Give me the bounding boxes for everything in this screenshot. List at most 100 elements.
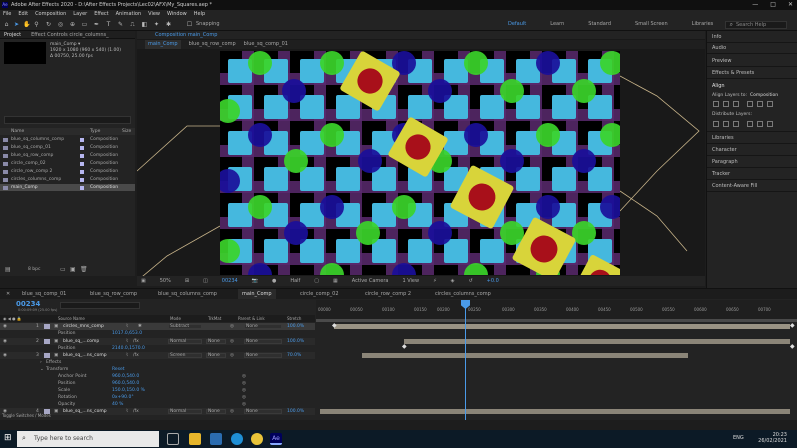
layer-duration-bar[interactable] — [362, 353, 688, 358]
magnification-dropdown[interactable]: 50% — [160, 276, 171, 286]
hand-tool-icon[interactable]: ✋ — [23, 21, 30, 28]
project-item-selected[interactable]: main_Comp Composition — [0, 184, 135, 191]
new-folder-icon[interactable]: ▭ — [60, 266, 66, 273]
menu-effect[interactable]: Effect — [94, 10, 108, 19]
selection-tool-icon[interactable]: ➤ — [13, 21, 20, 28]
panel-paragraph[interactable]: Paragraph — [712, 159, 738, 165]
trkmat-dropdown[interactable]: None — [208, 408, 220, 415]
label-color[interactable] — [44, 339, 50, 344]
property-row[interactable]: Position 960.0,540.0 ◎ — [0, 380, 315, 387]
menu-view[interactable]: View — [148, 10, 160, 19]
align-bottom-icon[interactable] — [767, 101, 773, 107]
keyframe-icon[interactable]: ◆ — [332, 322, 337, 329]
camera-tool-icon[interactable]: ◎ — [57, 21, 64, 28]
property-value[interactable]: 150.0,150.0 % — [112, 387, 145, 394]
toggle-switches-modes[interactable]: Toggle Switches / Modes — [2, 413, 51, 418]
property-row[interactable]: Rotation 0x+90.0° ◎ — [0, 394, 315, 401]
3d-renderer-icon[interactable]: ◈ — [451, 276, 455, 286]
property-group-row[interactable]: › Effects — [0, 359, 315, 366]
fx-icon[interactable]: /fx — [133, 338, 139, 345]
tab-circles-columns-comp[interactable]: circles_columns_comp — [435, 289, 491, 299]
property-row[interactable]: Scale 150.0,150.0 % ◎ — [0, 387, 315, 394]
chrome-icon[interactable] — [251, 433, 263, 445]
project-item[interactable]: blue_sq_comp_01 Composition — [0, 144, 135, 151]
snapshot-icon[interactable]: 📷 — [252, 276, 258, 286]
brush-tool-icon[interactable]: ✎ — [117, 21, 124, 28]
shy-icon[interactable]: ⌇ — [126, 352, 128, 359]
work-area-bar[interactable] — [316, 319, 797, 322]
layer-duration-bar[interactable] — [404, 339, 790, 344]
expand-arrow-icon[interactable]: ⌄ — [40, 366, 44, 373]
reset-exposure-icon[interactable]: ↺ — [468, 276, 472, 286]
system-clock[interactable]: 20:23 26/02/2021 — [758, 432, 787, 444]
column-stretch[interactable]: Stretch — [287, 315, 301, 322]
breadcrumb-blue-sq-row-comp[interactable]: blue_sq_row_comp — [189, 40, 236, 49]
after-effects-icon[interactable]: Ae — [270, 433, 282, 445]
align-top-icon[interactable] — [747, 101, 753, 107]
column-name[interactable]: Name — [11, 128, 24, 135]
menu-file[interactable]: File — [3, 10, 11, 19]
close-tab-icon[interactable]: ✕ — [6, 289, 10, 299]
property-row[interactable]: Position 1017.0,653.0 — [0, 330, 315, 337]
tab-circle-comp-02[interactable]: circle_comp_02 — [300, 289, 339, 299]
property-value[interactable]: 960.0,540.0 — [112, 373, 139, 380]
panel-tracker[interactable]: Tracker — [712, 171, 730, 177]
layer-duration-bar[interactable] — [334, 324, 790, 329]
workspace-default[interactable]: Default — [508, 20, 526, 29]
panel-effects-presets[interactable]: Effects & Presets — [712, 70, 754, 76]
property-value[interactable]: 2140.0,1570.0 — [112, 345, 145, 352]
menu-layer[interactable]: Layer — [73, 10, 87, 19]
property-row[interactable]: Position 2140.0,1570.0 — [0, 345, 315, 352]
fx-icon[interactable]: /fx — [133, 352, 139, 359]
tab-blue-sq-comp-01[interactable]: blue_sq_comp_01 — [22, 289, 66, 299]
panel-info[interactable]: Info — [712, 34, 721, 40]
pickwhip-icon[interactable]: ◎ — [230, 338, 234, 345]
mask-visibility-icon[interactable]: ◫ — [203, 276, 208, 286]
column-mode[interactable]: Mode — [170, 315, 181, 322]
current-time-display[interactable]: 00234 — [222, 276, 238, 286]
eye-icon[interactable]: ◉ — [3, 323, 7, 330]
menu-help[interactable]: Help — [194, 10, 205, 19]
blend-mode-dropdown[interactable]: Normal — [170, 338, 186, 345]
project-item[interactable]: circle_row_comp 2 Composition — [0, 168, 135, 175]
distribute-left-icon[interactable] — [747, 121, 753, 127]
eraser-tool-icon[interactable]: ◧ — [141, 21, 148, 28]
rotate-tool-icon[interactable]: ↻ — [45, 21, 52, 28]
shy-icon[interactable]: ⌇ — [126, 408, 128, 415]
resolution-dropdown[interactable]: Half — [290, 276, 300, 286]
stretch-value[interactable]: 100.0% — [287, 408, 304, 415]
panel-content-aware-fill[interactable]: Content-Aware Fill — [712, 183, 757, 189]
tab-circle-row-comp-2[interactable]: circle_row_comp 2 — [365, 289, 411, 299]
column-parent[interactable]: Parent & Link — [238, 315, 265, 322]
fast-preview-icon[interactable]: ⚡ — [433, 276, 437, 286]
composition-canvas[interactable] — [220, 51, 620, 275]
tab-composition[interactable]: Composition main_Comp — [155, 31, 217, 39]
menu-edit[interactable]: Edit — [18, 10, 28, 19]
current-time-indicator[interactable] — [465, 300, 466, 420]
column-size[interactable]: Size — [122, 128, 131, 135]
tab-blue-sq-columns-comp[interactable]: blue_sq_columns_comp — [158, 289, 217, 299]
pan-behind-tool-icon[interactable]: ⊕ — [69, 21, 76, 28]
panel-audio[interactable]: Audio — [712, 45, 726, 51]
layer-name[interactable]: blue_sq_...comp — [63, 338, 99, 345]
new-composition-icon[interactable]: ▣ — [70, 266, 76, 273]
parent-dropdown[interactable]: None — [246, 352, 258, 359]
interpret-footage-icon[interactable]: ▤ — [5, 266, 11, 273]
pen-tool-icon[interactable]: ✒ — [93, 21, 100, 28]
align-right-icon[interactable] — [733, 101, 739, 107]
always-preview-icon[interactable]: ▣ — [141, 276, 146, 286]
property-value[interactable]: 960.0,540.0 — [112, 380, 139, 387]
region-of-interest-icon[interactable]: ▢ — [314, 276, 319, 286]
stretch-value[interactable]: 100.0% — [287, 323, 304, 330]
pickwhip-icon[interactable]: ◎ — [230, 352, 234, 359]
layer-row[interactable]: ◉ 3 ▣ blue_sq_...ns_comp ⌇ /fx Screen No… — [0, 352, 315, 359]
layer-row[interactable]: ◉ 1 ▣ circles_mns_comp ⌇ ✱ Subtract ◎ No… — [0, 323, 315, 330]
expression-pickwhip-icon[interactable]: ◎ — [242, 394, 246, 401]
layer-name[interactable]: blue_sq_...ns_comp — [63, 408, 107, 415]
reset-link[interactable]: Reset — [112, 366, 125, 373]
column-trkmat[interactable]: TrkMat — [208, 315, 221, 322]
parent-dropdown[interactable]: None — [246, 408, 258, 415]
close-button[interactable]: ✕ — [788, 0, 793, 10]
parent-dropdown[interactable]: None — [246, 323, 258, 330]
align-vcenter-icon[interactable] — [757, 101, 763, 107]
